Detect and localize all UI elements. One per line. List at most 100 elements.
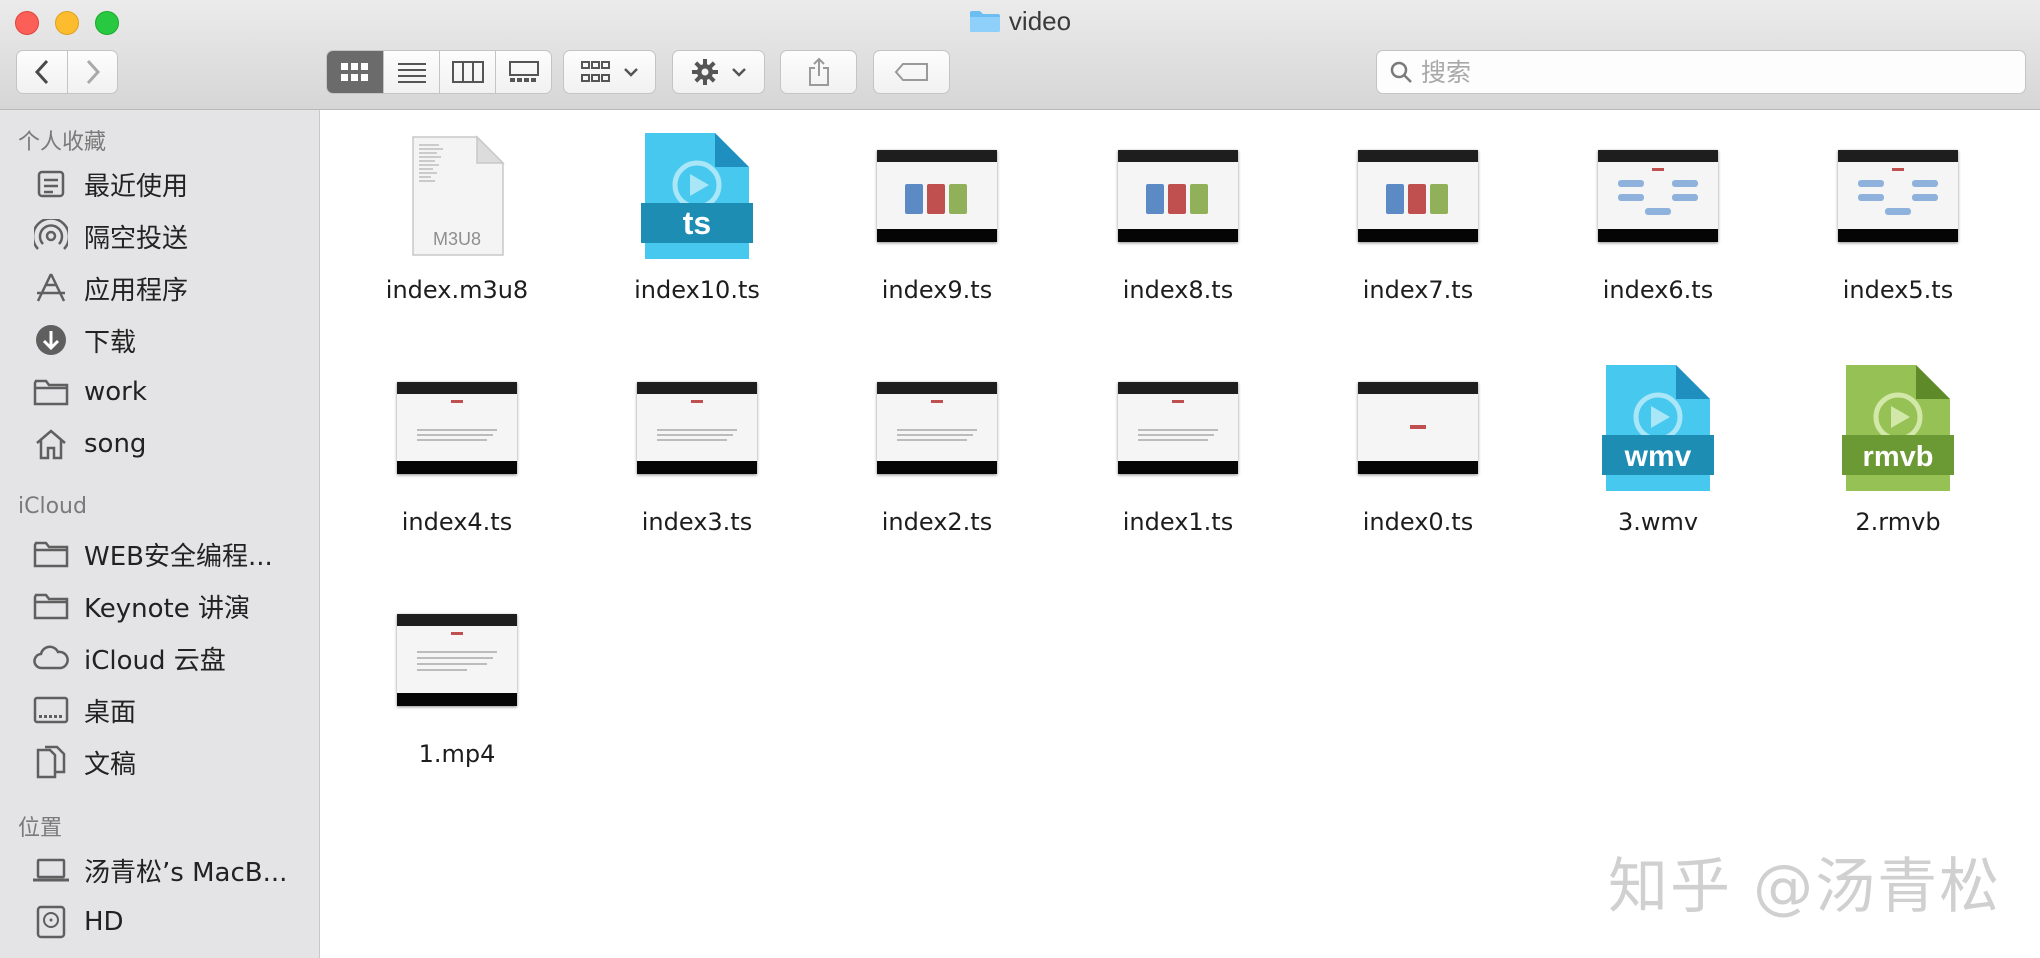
history-navigation	[16, 50, 118, 94]
sidebar-item-applications[interactable]: 应用程序	[30, 266, 310, 310]
group-icon	[580, 61, 610, 82]
sidebar-item-label: HD	[84, 907, 124, 937]
folder-icon	[30, 536, 72, 572]
sidebar-item-label: 桌面	[84, 697, 137, 728]
folder-icon	[969, 11, 1000, 32]
sidebar-section-icloud: iCloud	[18, 494, 87, 519]
document-icon: M3U8	[412, 135, 505, 256]
file-item-index2-ts[interactable]: index2.ts	[837, 358, 1037, 536]
sidebar-item-downloads[interactable]: 下载	[30, 318, 310, 362]
recents-icon	[30, 166, 72, 202]
gallery-view-button[interactable]	[495, 51, 551, 93]
view-mode-selector	[326, 50, 552, 94]
sidebar-item-hd[interactable]: HD	[30, 900, 310, 944]
icon-view-button[interactable]	[327, 51, 383, 93]
file-item-index0-ts[interactable]: index0.ts	[1318, 358, 1518, 536]
share-button[interactable]	[780, 50, 857, 94]
file-name: 1.mp4	[418, 740, 496, 768]
file-thumbnail	[357, 590, 557, 730]
cloud-icon	[30, 640, 72, 676]
list-icon	[397, 63, 426, 83]
file-thumbnail	[837, 126, 1037, 266]
file-item-index7-ts[interactable]: index7.ts	[1318, 126, 1518, 304]
desktop-icon	[30, 692, 72, 728]
file-type-badge: ts	[683, 205, 711, 241]
back-button[interactable]	[17, 51, 67, 93]
gallery-icon	[508, 61, 539, 82]
forward-button[interactable]	[67, 51, 117, 93]
video-thumbnail	[1838, 150, 1958, 242]
file-grid: M3U8 index.m3u8 ts index10.ts index9.ts …	[321, 110, 2040, 958]
file-thumbnail: M3U8	[357, 126, 557, 266]
file-item-index1-ts[interactable]: index1.ts	[1078, 358, 1278, 536]
file-name: index6.ts	[1602, 276, 1714, 304]
file-item-index9-ts[interactable]: index9.ts	[837, 126, 1037, 304]
file-thumbnail	[1558, 126, 1758, 266]
file-item-2-rmvb[interactable]: rmvb 2.rmvb	[1798, 358, 1998, 536]
window-title: video	[0, 6, 2040, 37]
file-name: index4.ts	[401, 508, 513, 536]
sidebar-item-desktop[interactable]: 桌面	[30, 688, 310, 732]
sidebar-item-song[interactable]: song	[30, 422, 310, 466]
folder-icon	[30, 588, 72, 624]
sidebar-item-recents[interactable]: 最近使用	[30, 162, 310, 206]
sidebar-item-label: work	[84, 377, 147, 407]
sidebar-item-web-security[interactable]: WEB安全编程...	[30, 532, 310, 576]
file-thumbnail	[1078, 358, 1278, 498]
file-name: index.m3u8	[385, 276, 529, 304]
file-name: index5.ts	[1842, 276, 1954, 304]
file-item-index10-ts[interactable]: ts index10.ts	[597, 126, 797, 304]
sidebar-item-label: 汤青松’s MacB...	[84, 857, 288, 888]
file-name: index1.ts	[1122, 508, 1234, 536]
file-item-index4-ts[interactable]: index4.ts	[357, 358, 557, 536]
sidebar-section-favorites: 个人收藏	[18, 130, 107, 155]
sidebar-item-label: iCloud 云盘	[84, 645, 226, 676]
tags-button[interactable]	[873, 50, 950, 94]
file-name: index8.ts	[1122, 276, 1234, 304]
file-thumbnail	[1798, 126, 1998, 266]
sidebar-item-label: 下载	[84, 327, 137, 358]
search-field[interactable]	[1376, 50, 2026, 94]
documents-icon	[30, 744, 72, 780]
downloads-icon	[30, 322, 72, 358]
video-file-icon: ts	[641, 133, 753, 259]
file-item-1-mp4[interactable]: 1.mp4	[357, 590, 557, 768]
sidebar-item-label: 文稿	[84, 749, 137, 780]
tag-icon	[894, 63, 928, 81]
sidebar-item-macbook[interactable]: 汤青松’s MacB...	[30, 848, 310, 892]
sidebar-item-work[interactable]: work	[30, 370, 310, 414]
file-name: index7.ts	[1362, 276, 1474, 304]
gear-icon	[691, 59, 718, 85]
sidebar-item-keynote[interactable]: Keynote 讲演	[30, 584, 310, 628]
file-name: index2.ts	[881, 508, 993, 536]
video-thumbnail	[1598, 150, 1718, 242]
share-icon	[808, 57, 829, 86]
watermark: 知乎 @汤青松	[1608, 852, 2002, 922]
list-view-button[interactable]	[383, 51, 439, 93]
file-item-index6-ts[interactable]: index6.ts	[1558, 126, 1758, 304]
file-item-index-m3u8[interactable]: M3U8 index.m3u8	[357, 126, 557, 304]
video-thumbnail	[877, 382, 997, 474]
file-item-index8-ts[interactable]: index8.ts	[1078, 126, 1278, 304]
file-item-3-wmv[interactable]: wmv 3.wmv	[1558, 358, 1758, 536]
video-thumbnail	[637, 382, 757, 474]
chevron-left-icon	[34, 59, 49, 85]
file-item-index3-ts[interactable]: index3.ts	[597, 358, 797, 536]
sidebar-item-icloud-drive[interactable]: iCloud 云盘	[30, 636, 310, 680]
file-thumbnail: wmv	[1558, 358, 1758, 498]
sidebar-item-label: 隔空投送	[84, 223, 189, 254]
file-thumbnail	[357, 358, 557, 498]
file-item-index5-ts[interactable]: index5.ts	[1798, 126, 1998, 304]
group-by-dropdown[interactable]	[563, 50, 656, 94]
sidebar-section-locations: 位置	[18, 816, 63, 841]
search-input[interactable]	[1421, 57, 2001, 87]
file-name: index3.ts	[641, 508, 753, 536]
chevron-down-icon	[731, 68, 746, 77]
video-thumbnail	[1118, 150, 1238, 242]
sidebar-item-airdrop[interactable]: 隔空投送	[30, 214, 310, 258]
sidebar-item-documents[interactable]: 文稿	[30, 740, 310, 784]
chevron-right-icon	[86, 59, 100, 85]
action-menu-button[interactable]	[672, 50, 765, 94]
sidebar-item-label: Keynote 讲演	[84, 593, 250, 624]
column-view-button[interactable]	[439, 51, 495, 93]
